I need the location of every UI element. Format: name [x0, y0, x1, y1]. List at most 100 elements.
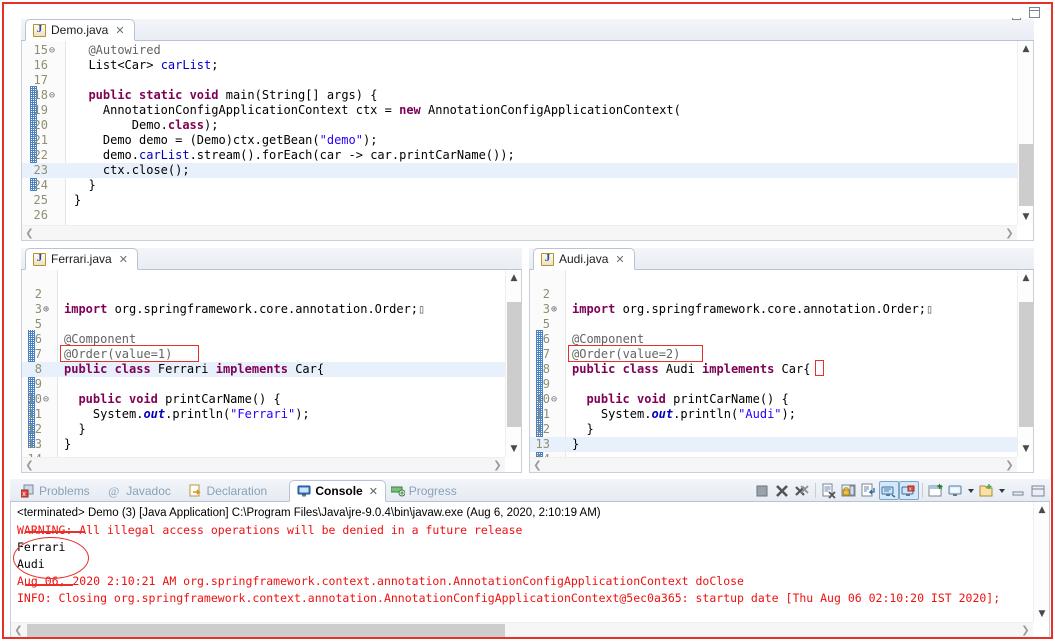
chevron-down-icon[interactable]	[966, 481, 977, 500]
console-tab-problems[interactable]: x Problems	[14, 480, 97, 502]
editor-vertical-scrollbar[interactable]: ▲ ▼	[505, 270, 521, 457]
scroll-right-icon[interactable]: ❯	[1002, 226, 1017, 240]
maximize-view-button[interactable]	[1029, 7, 1042, 20]
fold-toggle-icon[interactable]: ⊕	[43, 302, 49, 317]
code-area-audi[interactable]: 2 3 ⊕ import org.springframework.core.annot…	[529, 270, 1034, 473]
clear-console-button[interactable]	[819, 481, 839, 500]
fold-toggle-icon[interactable]: ⊖	[49, 88, 55, 103]
console-tab-javadoc[interactable]: @ Javadoc	[101, 480, 178, 502]
line-number: 10	[535, 392, 550, 406]
word-wrap-button[interactable]	[859, 481, 879, 500]
scroll-right-icon[interactable]: ❯	[1018, 623, 1033, 638]
tab-label: Problems	[39, 484, 90, 498]
tab-audi-java[interactable]: Audi.java ✕	[533, 248, 635, 270]
editor-horizontal-scrollbar[interactable]: ❮ ❯	[22, 457, 505, 472]
open-console-button[interactable]	[977, 481, 997, 500]
line-number: 8	[34, 362, 42, 376]
line-number: 7	[34, 347, 42, 361]
scroll-left-icon[interactable]: ❮	[22, 226, 37, 240]
console-view-tabbar: x Problems @ Javadoc Declaration Console ✕ Prog…	[10, 479, 1050, 502]
minimize-view-button[interactable]	[1010, 7, 1023, 20]
annotation-strike-date	[25, 584, 73, 586]
fold-toggle-icon[interactable]: ⊖	[43, 392, 49, 407]
editor-demo-java: Demo.java ✕ 15⊖@Autowired16List<Car> car…	[21, 19, 1034, 241]
tab-label: Ferrari.java	[51, 252, 112, 266]
remove-launch-button[interactable]	[772, 481, 792, 500]
scroll-up-icon[interactable]: ▲	[1018, 270, 1033, 286]
java-file-icon	[33, 252, 46, 266]
close-icon[interactable]: ✕	[615, 254, 624, 265]
editor-tabstrip-ferrari: Ferrari.java ✕	[21, 248, 522, 270]
console-vertical-scrollbar[interactable]: ▲ ▼	[1033, 502, 1049, 622]
scroll-down-icon[interactable]: ▼	[506, 441, 521, 457]
maximize-button[interactable]	[1028, 481, 1048, 500]
line-number: 7	[542, 347, 550, 361]
editor-vertical-scrollbar[interactable]: ▲ ▼	[1017, 270, 1033, 457]
console-tab-declaration[interactable]: Declaration	[182, 480, 275, 502]
line-number: 11	[27, 407, 42, 421]
scroll-up-icon[interactable]: ▲	[1018, 41, 1033, 57]
line-number: 26	[33, 208, 48, 222]
scroll-left-icon[interactable]: ❮	[11, 623, 26, 638]
fold-toggle-icon[interactable]: ⊖	[49, 43, 55, 58]
pin-console-button[interactable]	[926, 481, 946, 500]
scroll-right-icon[interactable]: ❯	[490, 458, 505, 472]
scroll-up-icon[interactable]: ▲	[506, 270, 521, 286]
code-area-ferrari[interactable]: 2 3 ⊕ import org.springframework.core.annot…	[21, 270, 522, 473]
console-horizontal-scrollbar[interactable]: ❮ ❯	[11, 622, 1033, 638]
fold-toggle-icon[interactable]: ⊕	[551, 302, 557, 317]
vertical-scroll-thumb[interactable]	[1019, 144, 1033, 206]
scroll-lock-button[interactable]	[839, 481, 859, 500]
scroll-left-icon[interactable]: ❮	[22, 458, 37, 472]
close-icon[interactable]: ✕	[369, 486, 378, 497]
close-icon[interactable]: ✕	[119, 254, 128, 265]
display-selected-console-button[interactable]	[946, 481, 966, 500]
code-text: }	[572, 437, 580, 451]
code-text: Demo.class);	[131, 118, 219, 132]
fold-toggle-icon[interactable]: ⊖	[551, 392, 557, 407]
code-text: public class Ferrari implements Car{	[64, 362, 325, 376]
code-line: 10 ⊖ public void printCarName() {	[22, 392, 521, 407]
console-output-area[interactable]: <terminated> Demo (3) [Java Application]…	[10, 502, 1050, 639]
remove-all-terminated-button[interactable]	[792, 481, 812, 500]
code-line: 5	[22, 317, 521, 332]
code-line: 5	[530, 317, 1033, 332]
code-line: 7 @Order(value=2)	[530, 347, 1033, 362]
horizontal-scroll-thumb[interactable]	[27, 624, 505, 637]
vertical-scroll-thumb[interactable]	[507, 302, 521, 427]
terminate-button[interactable]	[752, 481, 772, 500]
close-icon[interactable]: ✕	[115, 25, 124, 36]
editor-horizontal-scrollbar[interactable]: ❮ ❯	[22, 225, 1017, 240]
scroll-down-icon[interactable]: ▼	[1018, 209, 1033, 225]
scroll-up-icon[interactable]: ▲	[1034, 502, 1049, 518]
tab-ferrari-java[interactable]: Ferrari.java ✕	[25, 248, 138, 270]
problems-icon: x	[20, 484, 35, 498]
show-console-on-output-button[interactable]	[879, 481, 899, 500]
console-tab-console[interactable]: Console ✕	[289, 480, 386, 502]
scroll-down-icon[interactable]: ▼	[1018, 441, 1033, 457]
scroll-down-icon[interactable]: ▼	[1034, 606, 1049, 622]
java-file-icon	[33, 23, 46, 37]
code-text: }	[586, 422, 594, 436]
console-tab-progress[interactable]: Progress	[384, 480, 464, 502]
toolbar-separator	[922, 483, 923, 498]
tab-demo-java[interactable]: Demo.java ✕	[25, 19, 135, 41]
line-number: 8	[542, 362, 550, 376]
scroll-right-icon[interactable]: ❯	[1002, 458, 1017, 472]
code-text: }	[64, 437, 72, 451]
chevron-down-icon[interactable]	[997, 481, 1008, 500]
show-console-on-error-button[interactable]: x	[899, 481, 919, 500]
editor-horizontal-scrollbar[interactable]: ❮ ❯	[530, 457, 1017, 472]
code-line: 11 System.out.println("Audi");	[530, 407, 1033, 422]
vertical-scroll-thumb[interactable]	[1019, 302, 1033, 427]
minimize-button[interactable]	[1008, 481, 1028, 500]
code-area-demo[interactable]: 15 ⊖ @Autowired 16 List<Car> carList; 17 18 ⊖ pu…	[21, 41, 1034, 241]
line-number: 6	[542, 332, 550, 346]
svg-text:x: x	[22, 491, 26, 498]
code-text: List<Car> carList;	[88, 58, 219, 72]
line-number: 9	[34, 377, 42, 391]
line-number: 3	[34, 302, 42, 316]
editor-vertical-scrollbar[interactable]: ▲ ▼	[1017, 41, 1033, 225]
code-text: @Autowired	[88, 43, 161, 57]
scroll-left-icon[interactable]: ❮	[530, 458, 545, 472]
